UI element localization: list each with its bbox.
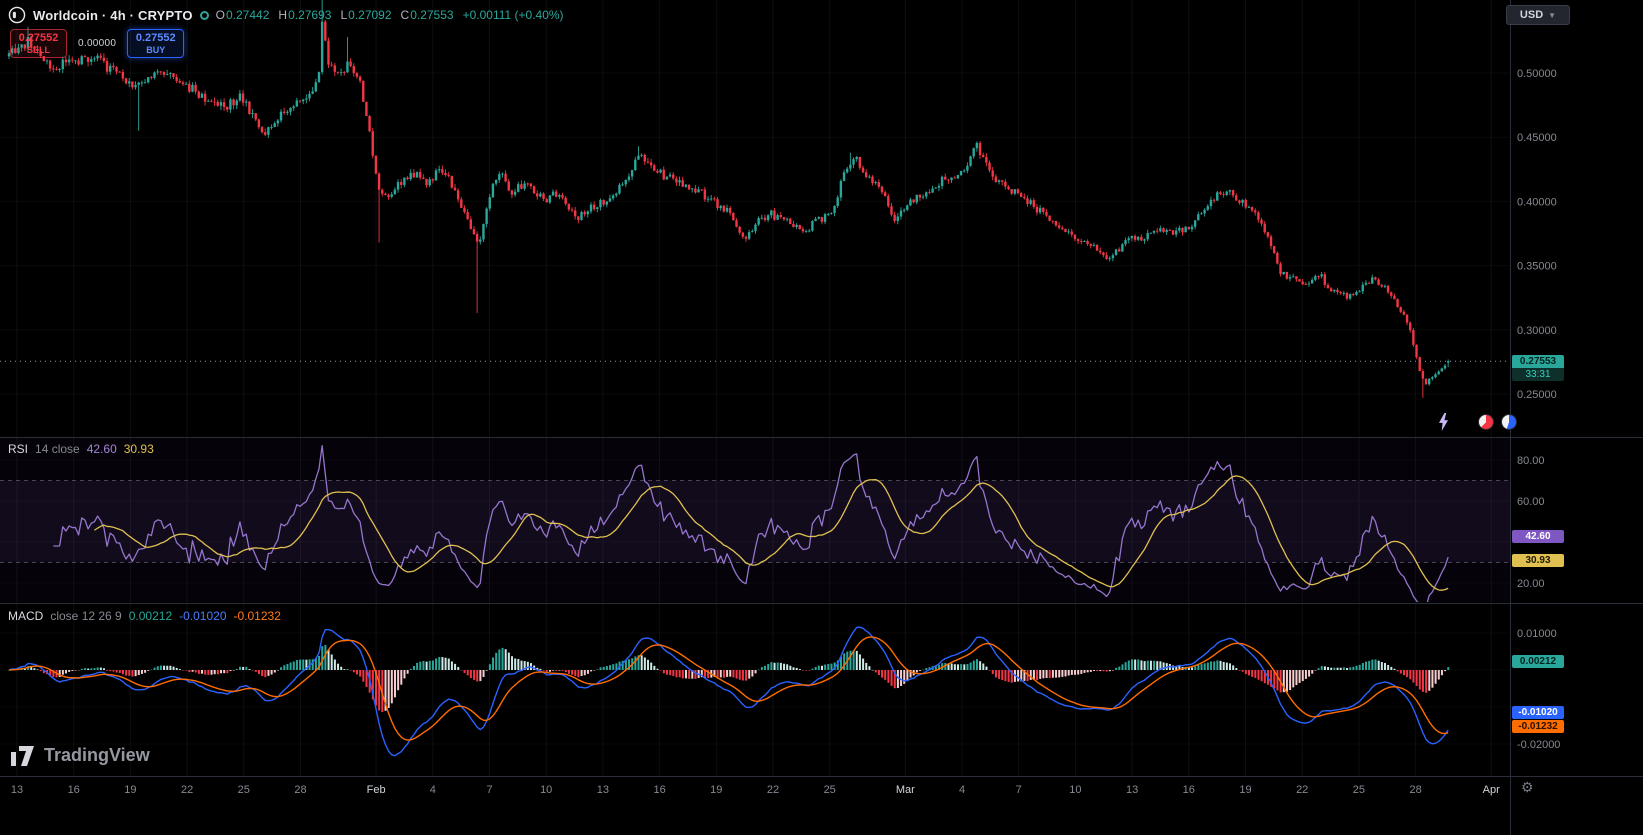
currency-label: USD	[1520, 9, 1543, 21]
macd-legend[interactable]: MACD close 12 26 9 0.00212 -0.01020 -0.0…	[8, 609, 281, 623]
axis-label[interactable]: 0.30000	[1517, 325, 1557, 337]
macd-signal-line	[9, 637, 1448, 740]
tradingview-logo-text: TradingView	[44, 745, 150, 766]
rsi-title: RSI	[8, 442, 28, 456]
axis-label[interactable]: 19	[1239, 784, 1251, 796]
chart-canvas[interactable]: 0.50000 0.45000 0.40000 0.35000 0.30000 0.250…	[0, 0, 1643, 835]
axis-label[interactable]: 25	[1353, 784, 1365, 796]
chevron-down-icon: ▼	[1548, 11, 1556, 20]
macd-line-value: -0.01020	[179, 609, 226, 623]
axis-label[interactable]: 25	[238, 784, 250, 796]
axis-label[interactable]: 0.01000	[1517, 628, 1557, 640]
axis-label[interactable]: 7	[1016, 784, 1022, 796]
macd-params: close 12 26 9	[50, 609, 121, 623]
macd-line-badge: -0.01020	[1512, 706, 1564, 719]
axis-label[interactable]: 0.25000	[1517, 389, 1557, 401]
axis-label[interactable]: 19	[710, 784, 722, 796]
axis-label[interactable]: Mar	[896, 784, 915, 796]
buy-button[interactable]: 0.27552 BUY	[127, 29, 184, 58]
axis-label[interactable]: 4	[430, 784, 436, 796]
tradingview-chart: 0.50000 0.45000 0.40000 0.35000 0.30000 0.250…	[0, 0, 1643, 835]
sell-price: 0.27552	[19, 32, 59, 45]
macd-pane	[8, 627, 1449, 756]
low-value: 0.27092	[348, 8, 391, 22]
tradingview-logo[interactable]: TradingView	[10, 745, 150, 766]
pie-chart-icon-red[interactable]	[1478, 414, 1494, 430]
axis-label[interactable]: 0.40000	[1517, 196, 1557, 208]
axis-label[interactable]: 16	[1183, 784, 1195, 796]
current-price-value: 0.27553	[1512, 355, 1564, 368]
macd-signal-badge: -0.01232	[1512, 720, 1564, 733]
symbol-logo	[8, 6, 26, 24]
axis-label[interactable]: -0.02000	[1517, 739, 1560, 751]
currency-selector[interactable]: USD ▼	[1506, 5, 1570, 25]
high-value: 0.27693	[288, 8, 331, 22]
axis-label[interactable]: 10	[540, 784, 552, 796]
spread-value: 0.00000	[78, 38, 116, 49]
rsi-ma-badge: 30.93	[1512, 554, 1564, 567]
sell-button[interactable]: 0.27552 SELL	[10, 29, 67, 58]
axis-label[interactable]: 0.45000	[1517, 132, 1557, 144]
axis-label[interactable]: 28	[1409, 784, 1421, 796]
axis-label[interactable]: 16	[653, 784, 665, 796]
sell-label: SELL	[27, 45, 50, 55]
close-label: C	[401, 8, 410, 22]
axis-label[interactable]: 13	[11, 784, 23, 796]
high-label: H	[278, 8, 287, 22]
axis-label[interactable]: 0.35000	[1517, 261, 1557, 273]
lightning-icon[interactable]	[1433, 412, 1453, 432]
rsi-ma-value: 30.93	[124, 442, 154, 456]
macd-hist-badge: 0.00212	[1512, 655, 1564, 668]
axis-label[interactable]: 22	[1296, 784, 1308, 796]
axis-label[interactable]: 16	[68, 784, 80, 796]
rsi-legend[interactable]: RSI 14 close 42.60 30.93	[8, 442, 154, 456]
axis-label[interactable]: 20.00	[1517, 578, 1545, 590]
current-price-badge: 0.27553 33:31	[1512, 355, 1564, 381]
axis-label[interactable]: Feb	[367, 784, 386, 796]
axis-label[interactable]: 60.00	[1517, 496, 1545, 508]
macd-title: MACD	[8, 609, 43, 623]
macd-hist-value: 0.00212	[129, 609, 172, 623]
axis-label[interactable]: 80.00	[1517, 455, 1545, 467]
tradingview-logo-mark	[10, 746, 36, 766]
change-value: +0.00111 (+0.40%)	[463, 8, 564, 22]
axis-label[interactable]: 13	[1126, 784, 1138, 796]
settings-gear-icon[interactable]: ⚙	[1521, 779, 1534, 796]
ohlc-readout: O0.27442 H0.27693 L0.27092 C0.27553 +0.0…	[216, 8, 564, 22]
macd-line	[9, 627, 1448, 756]
trade-panel: 0.27552 SELL 0.00000 0.27552 BUY	[10, 29, 184, 58]
axis-label[interactable]: 28	[294, 784, 306, 796]
candlestick-series	[8, 0, 1450, 398]
open-value: 0.27442	[226, 8, 269, 22]
symbol-title[interactable]: Worldcoin · 4h · CRYPTO	[33, 8, 193, 23]
close-value: 0.27553	[410, 8, 453, 22]
market-status-icon[interactable]	[200, 11, 209, 20]
axis-label[interactable]: 4	[959, 784, 965, 796]
symbol-legend: Worldcoin · 4h · CRYPTO O0.27442 H0.2769…	[8, 6, 564, 24]
buy-price: 0.27552	[136, 32, 176, 45]
rsi-params: 14 close	[35, 442, 80, 456]
axis-label[interactable]: 0.50000	[1517, 68, 1557, 80]
axis-label[interactable]: 13	[597, 784, 609, 796]
buy-label: BUY	[146, 45, 165, 55]
axis-label[interactable]: 22	[181, 784, 193, 796]
open-label: O	[216, 8, 225, 22]
axis-label[interactable]: 10	[1069, 784, 1081, 796]
rsi-value: 42.60	[87, 442, 117, 456]
low-label: L	[340, 8, 347, 22]
axis-label[interactable]: 22	[767, 784, 779, 796]
axis-label[interactable]: Apr	[1483, 784, 1500, 796]
axis-label[interactable]: 25	[824, 784, 836, 796]
chart-floating-icons	[1433, 412, 1517, 432]
axis-label[interactable]: 7	[486, 784, 492, 796]
candle-countdown: 33:31	[1512, 368, 1564, 381]
macd-signal-value: -0.01232	[234, 609, 281, 623]
rsi-badge: 42.60	[1512, 530, 1564, 543]
pie-chart-icon-blue[interactable]	[1501, 414, 1517, 430]
axis-label[interactable]: 19	[124, 784, 136, 796]
